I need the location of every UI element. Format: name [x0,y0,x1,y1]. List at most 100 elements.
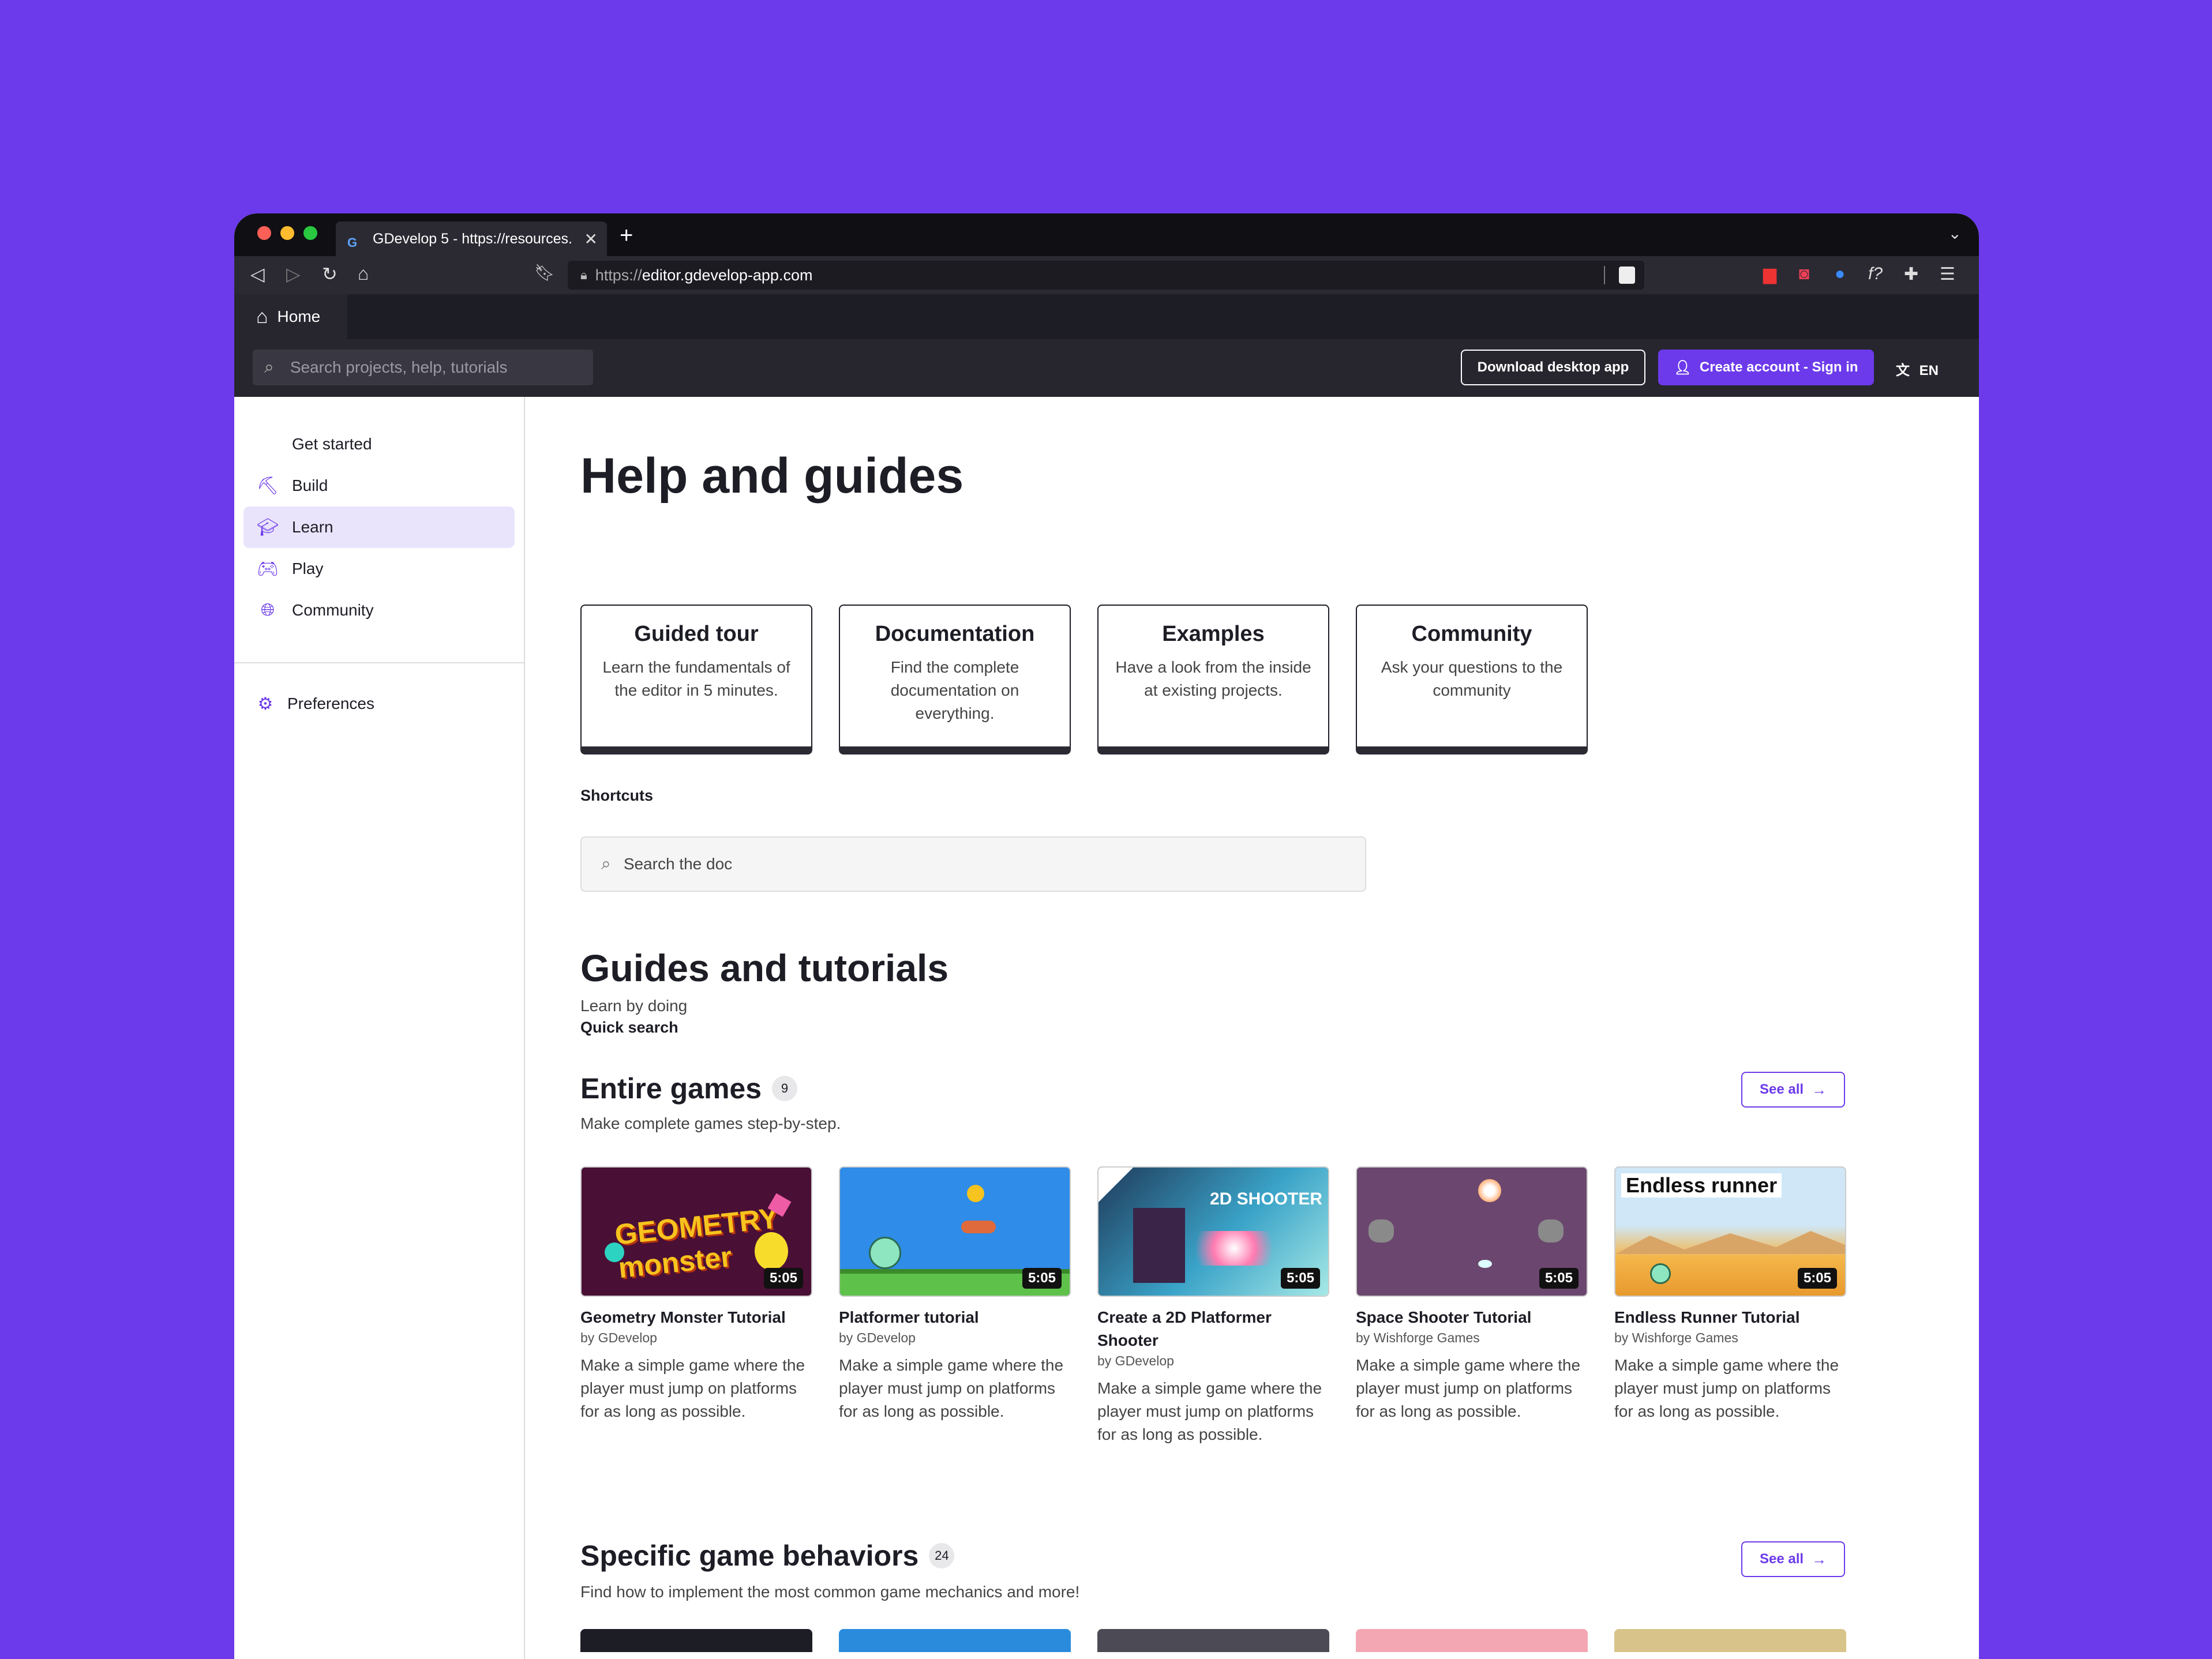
behavior-thumbnail[interactable] [1614,1629,1846,1652]
create-account-button[interactable]: 👤︎ Create account - Sign in [1658,350,1874,385]
game-card-platformer[interactable]: 5:05 Platformer tutorial by GDevelop Mak… [839,1166,1071,1423]
game-description: Make a simple game where the player must… [1097,1379,1322,1443]
entire-games-heading: Entire games 9 [580,1072,798,1105]
doc-search-input[interactable]: ⌕ Search the doc [580,836,1366,892]
brave-shield-icon[interactable] [1619,267,1635,284]
game-card-2d-platformer-shooter[interactable]: 2D SHOOTER 5:05 Create a 2D Platformer S… [1097,1166,1329,1446]
user-icon: 👤︎ [1674,359,1692,376]
shortcut-title: Community [1411,622,1532,646]
behavior-thumbnail[interactable] [839,1629,1071,1652]
address-bar[interactable]: 🔒︎ https:// editor.gdevelop-app.com [568,261,1644,290]
home-icon[interactable]: ⌂ [358,263,369,284]
shortcut-title: Documentation [875,622,1035,646]
url-host: editor.gdevelop-app.com [642,266,813,284]
arrow-right-icon: → [1812,1080,1827,1098]
gear-icon: ⚙︎ [257,694,273,714]
sidebar: Get started ⛏︎ Build 🎓︎ Learn 🎮︎ Play 🌐︎… [234,397,525,1659]
muzzle-flash-icon [1185,1231,1283,1266]
see-all-label: See all [1759,1082,1804,1097]
platform-icon [961,1221,996,1233]
maximize-window-button[interactable] [303,226,317,240]
shortcut-title: Guided tour [634,622,759,646]
behavior-thumbnail[interactable] [1097,1629,1329,1652]
search-icon: ⌕ [264,358,274,377]
game-title: Create a 2D Platformer Shooter [1097,1308,1272,1349]
new-tab-button[interactable]: + [620,223,633,249]
coin-icon [967,1185,984,1202]
game-title: Platformer tutorial [839,1308,979,1326]
game-description: Make a simple game where the player must… [1614,1356,1839,1420]
game-title: Endless Runner Tutorial [1614,1308,1800,1326]
asteroid-icon [1369,1219,1394,1243]
tab-list-chevron-icon[interactable]: ⌄ [1948,224,1962,243]
sidebar-item-play[interactable]: 🎮︎ Play [243,548,515,590]
pocket-icon[interactable]: ◙ [1799,264,1809,284]
game-author: by GDevelop [839,1330,916,1345]
shortcut-card-documentation[interactable]: Documentation Find the complete document… [839,605,1071,755]
gdevelop-corner-icon [1098,1168,1133,1202]
extension-blue-icon[interactable]: ● [1835,264,1845,284]
doc-search-placeholder: Search the doc [623,855,733,873]
font-extension-icon[interactable]: f? [1868,264,1883,284]
url-scheme: https:// [595,266,642,284]
duration-badge: 5:05 [763,1268,803,1289]
entire-games-count-badge: 9 [772,1076,798,1101]
entire-games-see-all-button[interactable]: See all → [1741,1072,1845,1108]
global-search[interactable]: ⌕ Search projects, help, tutorials [253,350,593,385]
globe-icon: 🌐︎ [261,600,275,620]
shortcut-card-examples[interactable]: Examples Have a look from the inside at … [1097,605,1329,755]
sidebar-item-label: Get started [292,435,372,453]
duration-badge: 5:05 [1022,1268,1062,1289]
game-card-space-shooter[interactable]: 5:05 Space Shooter Tutorial by Wishforge… [1356,1166,1588,1423]
duration-badge: 5:05 [1280,1268,1320,1289]
game-thumbnail: 5:05 [1356,1166,1588,1297]
behavior-thumbnail[interactable] [580,1629,812,1652]
hills-icon [1615,1231,1845,1254]
shortcut-card-guided-tour[interactable]: Guided tour Learn the fundamentals of th… [580,605,812,755]
browser-tab[interactable]: G GDevelop 5 - https://resources. ✕ [336,222,607,256]
language-selector[interactable]: 文 EN [1896,359,1939,379]
game-thumbnail: GEOMETRY monster 5:05 [580,1166,812,1297]
player-icon [1650,1263,1671,1284]
quick-search-label: Quick search [580,1019,678,1036]
game-card-geometry-monster[interactable]: GEOMETRY monster 5:05 Geometry Monster T… [580,1166,812,1423]
sidebar-item-community[interactable]: 🌐︎ Community [243,590,515,631]
close-tab-icon[interactable]: ✕ [584,230,598,249]
shortcuts-label: Shortcuts [580,787,654,804]
url-separator [1604,266,1605,284]
behaviors-see-all-button[interactable]: See all → [1741,1541,1845,1577]
game-author: by GDevelop [580,1330,657,1345]
download-desktop-app-button[interactable]: Download desktop app [1461,350,1645,385]
bookmark-icon[interactable]: 🔖︎ [534,263,555,282]
game-card-endless-runner[interactable]: Endless runner 5:05 Endless Runner Tutor… [1614,1166,1846,1423]
language-label: EN [1919,363,1939,378]
reload-icon[interactable]: ↻ [322,263,338,285]
behavior-thumbnail[interactable] [1356,1629,1588,1652]
game-author: by GDevelop [1097,1353,1174,1368]
shortcut-card-community[interactable]: Community Ask your questions to the comm… [1356,605,1588,755]
shortcut-title: Examples [1162,622,1265,646]
sidebar-item-build[interactable]: ⛏︎ Build [243,465,515,506]
close-window-button[interactable] [257,226,271,240]
menu-icon[interactable]: ☰ [1940,264,1955,284]
global-search-placeholder: Search projects, help, tutorials [290,358,508,376]
extensions-puzzle-icon[interactable]: ✚ [1904,264,1918,284]
game-description: Make a simple game where the player must… [580,1356,805,1420]
back-icon[interactable]: ◁ [250,263,265,285]
sidebar-item-learn[interactable]: 🎓︎ Learn [243,506,515,548]
extension-badge-icon[interactable]: ▆ [1763,264,1776,284]
browser-window: G GDevelop 5 - https://resources. ✕ + ⌄ … [234,213,1979,1659]
behaviors-count-badge: 24 [929,1543,955,1568]
shortcut-description: Ask your questions to the community [1381,658,1563,699]
sidebar-item-preferences[interactable]: ⚙︎ Preferences [243,683,515,725]
gamepad-icon: 🎮︎ [256,559,279,579]
minimize-window-button[interactable] [280,226,294,240]
game-thumbnail: 2D SHOOTER 5:05 [1097,1166,1329,1297]
browser-navbar: ◁ ▷ ↻ ⌂ 🔖︎ 🔒︎ https:// editor.gdevelop-a… [234,256,1979,294]
home-tab[interactable]: ⌂ Home [234,294,347,339]
forward-icon[interactable]: ▷ [286,263,301,285]
sidebar-item-label: Preferences [287,695,374,712]
sidebar-item-get-started[interactable]: Get started [243,423,515,465]
game-thumbnail: 5:05 [839,1166,1071,1297]
thumbnail-title: 2D SHOOTER [1209,1189,1322,1208]
